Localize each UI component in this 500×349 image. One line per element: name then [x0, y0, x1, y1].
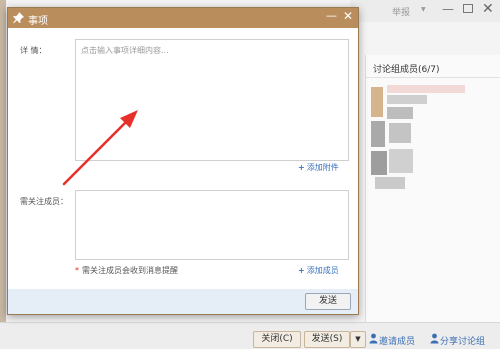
group-icon: [430, 333, 439, 344]
task-dialog: 事项 — ✕ 详 情： +添加附件 需关注成员： *需关注成员会收到消息提醒 +…: [7, 7, 359, 315]
follow-members-label: 需关注成员：: [20, 197, 68, 206]
close-icon[interactable]: ✕: [343, 9, 353, 23]
detail-label: 详 情：: [20, 46, 47, 55]
blurred-name: [387, 107, 413, 119]
chat-bottom-bar: 关闭(C) 发送(S) ▼ 邀请成员 分享讨论组: [0, 322, 500, 349]
blurred-member-list: [371, 81, 486, 191]
blurred-avatar: [371, 151, 387, 175]
blurred-name: [387, 85, 465, 93]
required-star: *: [75, 266, 79, 275]
detail-input[interactable]: [75, 39, 349, 161]
maximize-icon[interactable]: [463, 4, 473, 13]
follow-note-text: 需关注成员会收到消息提醒: [82, 266, 178, 275]
send-options-dropdown[interactable]: ▼: [350, 331, 366, 348]
blurred-avatar: [371, 87, 383, 117]
blurred-avatar: [371, 121, 385, 147]
dialog-send-button[interactable]: 发送: [305, 293, 351, 310]
add-member-link[interactable]: + 添加成员: [298, 265, 339, 276]
user-icon: [369, 333, 378, 344]
divider: [366, 77, 500, 78]
add-attachment-label: 添加附件: [306, 163, 339, 172]
blurred-name: [389, 149, 413, 173]
blurred-name: [375, 177, 405, 189]
invite-member-link[interactable]: 邀请成员: [379, 334, 415, 347]
plus-icon: +: [298, 163, 305, 172]
window-left-edge: [0, 0, 6, 349]
minimize-icon[interactable]: —: [326, 9, 337, 22]
chevron-down-icon[interactable]: ▼: [421, 6, 426, 13]
member-list-title: 讨论组成员(6/7): [373, 65, 440, 75]
follow-members-field[interactable]: [75, 190, 349, 260]
member-list-panel: 讨论组成员(6/7): [365, 55, 500, 325]
blurred-name: [387, 95, 427, 104]
share-discussion-link[interactable]: 分享讨论组: [440, 334, 485, 347]
dialog-footer: 发送: [8, 289, 358, 314]
add-attachment-link[interactable]: + 添加附件: [298, 162, 339, 173]
report-link[interactable]: 举报: [392, 5, 410, 18]
dialog-title: 事项: [28, 16, 48, 27]
plus-icon: +: [298, 266, 305, 275]
close-icon[interactable]: ✕: [482, 1, 494, 17]
minimize-icon[interactable]: —: [442, 2, 454, 16]
add-member-label: 添加成员: [306, 266, 339, 275]
blurred-name: [389, 123, 411, 143]
close-button[interactable]: 关闭(C): [253, 331, 301, 348]
follow-note: * 需关注成员会收到消息提醒: [75, 265, 178, 276]
pin-icon: [13, 12, 24, 24]
send-button[interactable]: 发送(S): [304, 331, 350, 348]
dialog-title-bar[interactable]: 事项 — ✕: [8, 8, 358, 28]
